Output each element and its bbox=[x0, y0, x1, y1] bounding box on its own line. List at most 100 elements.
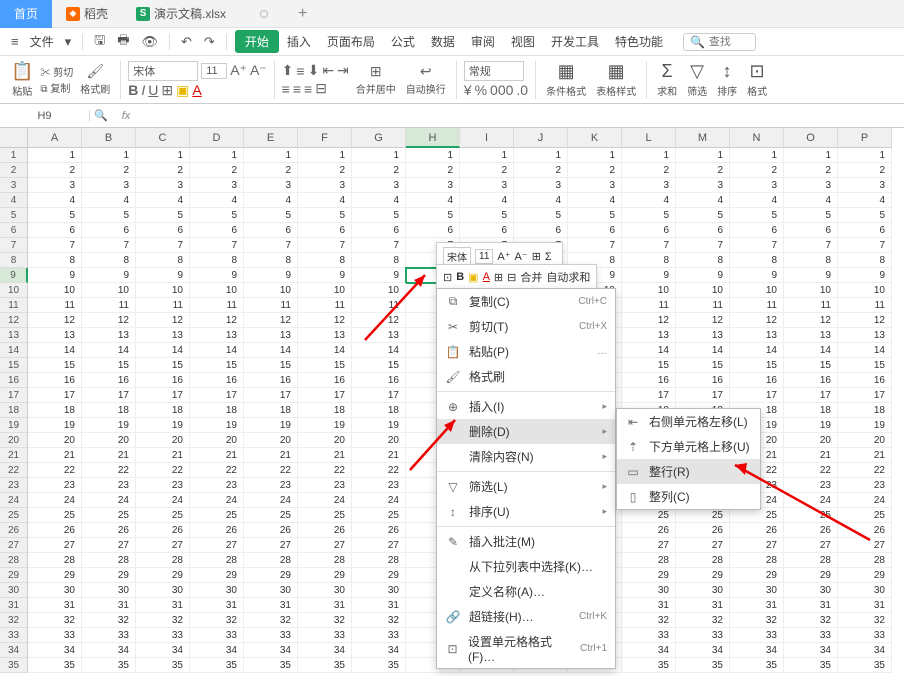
cell[interactable]: 24 bbox=[82, 493, 136, 508]
cell[interactable]: 2 bbox=[730, 163, 784, 178]
col-header[interactable]: M bbox=[676, 128, 730, 148]
cell[interactable]: 1 bbox=[460, 148, 514, 163]
mini-merge-label[interactable]: 合并 bbox=[520, 269, 542, 285]
row-header[interactable]: 4 bbox=[0, 193, 28, 208]
cell[interactable]: 26 bbox=[244, 523, 298, 538]
cell[interactable]: 4 bbox=[136, 193, 190, 208]
cell[interactable]: 3 bbox=[568, 178, 622, 193]
cell[interactable]: 8 bbox=[730, 253, 784, 268]
cell[interactable]: 5 bbox=[28, 208, 82, 223]
cell[interactable]: 15 bbox=[838, 358, 892, 373]
cell[interactable]: 3 bbox=[244, 178, 298, 193]
cell[interactable]: 14 bbox=[676, 343, 730, 358]
cell[interactable]: 19 bbox=[298, 418, 352, 433]
ribbon-tab-8[interactable]: 特色功能 bbox=[607, 31, 671, 52]
cell[interactable]: 9 bbox=[244, 268, 298, 283]
cell[interactable]: 29 bbox=[28, 568, 82, 583]
cell[interactable]: 28 bbox=[136, 553, 190, 568]
cell[interactable]: 34 bbox=[28, 643, 82, 658]
cell[interactable]: 18 bbox=[136, 403, 190, 418]
cell[interactable]: 35 bbox=[298, 658, 352, 673]
cell[interactable]: 22 bbox=[244, 463, 298, 478]
cell[interactable]: 14 bbox=[730, 343, 784, 358]
cell[interactable]: 1 bbox=[730, 148, 784, 163]
cell[interactable]: 26 bbox=[298, 523, 352, 538]
align-top-icon[interactable]: ⬆ bbox=[282, 62, 294, 79]
cell[interactable]: 13 bbox=[730, 328, 784, 343]
cell[interactable]: 6 bbox=[622, 223, 676, 238]
cell[interactable]: 6 bbox=[568, 223, 622, 238]
cell[interactable]: 17 bbox=[136, 388, 190, 403]
cell[interactable]: 34 bbox=[82, 643, 136, 658]
cell[interactable]: 32 bbox=[838, 613, 892, 628]
row-header[interactable]: 17 bbox=[0, 388, 28, 403]
cell[interactable]: 29 bbox=[784, 568, 838, 583]
cell[interactable]: 6 bbox=[190, 223, 244, 238]
cell[interactable]: 17 bbox=[838, 388, 892, 403]
comma-icon[interactable]: 000 bbox=[490, 82, 513, 98]
cell[interactable]: 29 bbox=[352, 568, 406, 583]
cell[interactable]: 12 bbox=[676, 313, 730, 328]
cell[interactable]: 21 bbox=[838, 448, 892, 463]
row-header[interactable]: 14 bbox=[0, 343, 28, 358]
align-right-icon[interactable]: ≡ bbox=[304, 81, 312, 97]
mini-size[interactable]: 11 bbox=[475, 249, 493, 264]
cell[interactable]: 8 bbox=[838, 253, 892, 268]
cell[interactable]: 6 bbox=[298, 223, 352, 238]
cell[interactable]: 7 bbox=[730, 238, 784, 253]
cell[interactable]: 35 bbox=[190, 658, 244, 673]
cell[interactable]: 22 bbox=[838, 463, 892, 478]
cell[interactable]: 21 bbox=[136, 448, 190, 463]
cell[interactable]: 20 bbox=[244, 433, 298, 448]
cell[interactable]: 21 bbox=[244, 448, 298, 463]
cell[interactable]: 8 bbox=[190, 253, 244, 268]
cut-button[interactable]: ✂ 剪切 bbox=[40, 64, 73, 79]
cell[interactable]: 27 bbox=[190, 538, 244, 553]
row-header[interactable]: 11 bbox=[0, 298, 28, 313]
cell[interactable]: 30 bbox=[622, 583, 676, 598]
cell[interactable]: 7 bbox=[190, 238, 244, 253]
cell[interactable]: 16 bbox=[838, 373, 892, 388]
mini-autosum-label[interactable]: 自动求和 bbox=[546, 269, 590, 285]
cell[interactable]: 11 bbox=[676, 298, 730, 313]
cell[interactable]: 7 bbox=[568, 238, 622, 253]
cell[interactable]: 25 bbox=[784, 508, 838, 523]
cell[interactable]: 4 bbox=[28, 193, 82, 208]
sub-shift-up[interactable]: ⇡下方单元格上移(U) bbox=[617, 434, 760, 459]
cell[interactable]: 16 bbox=[136, 373, 190, 388]
mini-border2-icon[interactable]: ⊞ bbox=[494, 271, 503, 284]
cell[interactable]: 22 bbox=[352, 463, 406, 478]
cell[interactable]: 14 bbox=[82, 343, 136, 358]
cell[interactable]: 5 bbox=[406, 208, 460, 223]
delete-submenu[interactable]: ⇤右侧单元格左移(L) ⇡下方单元格上移(U) ▭整行(R) ▯整列(C) bbox=[616, 408, 761, 510]
cell[interactable]: 7 bbox=[622, 238, 676, 253]
cell[interactable]: 21 bbox=[784, 448, 838, 463]
cell[interactable]: 31 bbox=[730, 598, 784, 613]
cell[interactable]: 15 bbox=[190, 358, 244, 373]
col-header[interactable]: H bbox=[406, 128, 460, 148]
cell[interactable]: 24 bbox=[244, 493, 298, 508]
cell[interactable]: 16 bbox=[622, 373, 676, 388]
cell[interactable]: 9 bbox=[352, 268, 406, 283]
cell[interactable]: 13 bbox=[352, 328, 406, 343]
cell[interactable]: 12 bbox=[136, 313, 190, 328]
cell[interactable]: 15 bbox=[676, 358, 730, 373]
cell[interactable]: 28 bbox=[730, 553, 784, 568]
cell[interactable]: 1 bbox=[82, 148, 136, 163]
cell[interactable]: 26 bbox=[28, 523, 82, 538]
cell[interactable]: 8 bbox=[136, 253, 190, 268]
row-header[interactable]: 6 bbox=[0, 223, 28, 238]
cell[interactable]: 11 bbox=[244, 298, 298, 313]
cell[interactable]: 14 bbox=[622, 343, 676, 358]
context-menu[interactable]: ⧉复制(C)Ctrl+C ✂剪切(T)Ctrl+X 📋粘贴(P)… 🖌格式刷 ⊕… bbox=[436, 288, 616, 669]
cell[interactable]: 23 bbox=[784, 478, 838, 493]
cell[interactable]: 34 bbox=[622, 643, 676, 658]
cell[interactable]: 15 bbox=[28, 358, 82, 373]
cell[interactable]: 30 bbox=[352, 583, 406, 598]
cell[interactable]: 7 bbox=[82, 238, 136, 253]
tab-file[interactable]: S 演示文稿.xlsx bbox=[122, 0, 240, 28]
ctx-delete[interactable]: 删除(D)▸ bbox=[437, 419, 615, 444]
cell[interactable]: 22 bbox=[136, 463, 190, 478]
cell[interactable]: 2 bbox=[784, 163, 838, 178]
cell[interactable]: 22 bbox=[82, 463, 136, 478]
